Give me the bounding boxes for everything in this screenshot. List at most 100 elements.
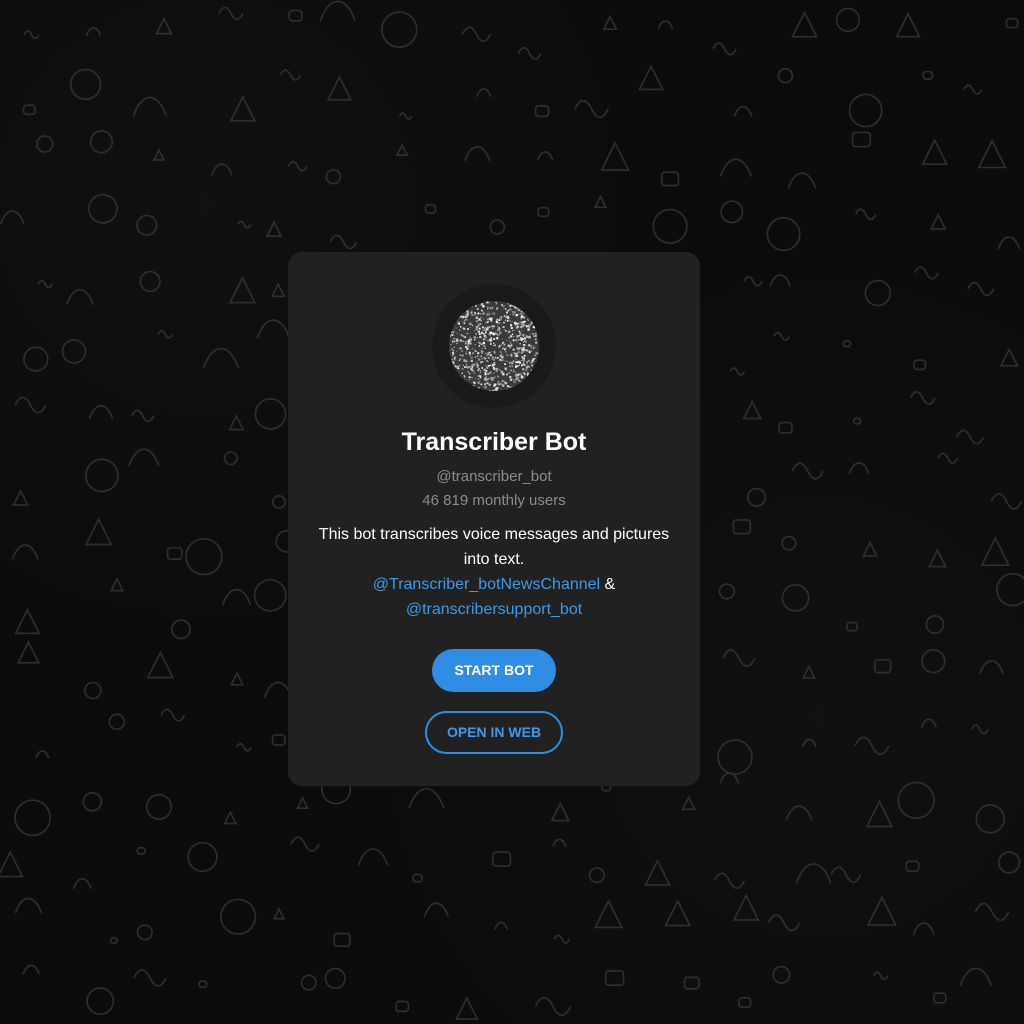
avatar-noise-dot bbox=[482, 329, 485, 332]
avatar-noise-dot bbox=[528, 374, 530, 376]
avatar-noise-dot bbox=[490, 382, 492, 384]
avatar-noise-dot bbox=[495, 370, 498, 373]
avatar-noise-dot bbox=[478, 318, 481, 321]
avatar-noise-dot bbox=[477, 352, 480, 355]
avatar-noise-dot bbox=[504, 380, 506, 382]
avatar-noise-dot bbox=[533, 335, 535, 337]
avatar-noise-dot bbox=[495, 388, 498, 391]
avatar-noise-dot bbox=[484, 327, 486, 329]
avatar-noise-dot bbox=[515, 374, 518, 377]
avatar-noise-dot bbox=[490, 390, 492, 391]
avatar-noise-dot bbox=[472, 352, 474, 355]
avatar-noise-dot bbox=[505, 347, 507, 348]
avatar-noise-dot bbox=[481, 348, 484, 350]
avatar-noise-dot bbox=[456, 333, 458, 334]
doodle-shape bbox=[256, 319, 291, 339]
avatar-noise-dot bbox=[476, 308, 479, 310]
avatar-noise-dot bbox=[487, 306, 489, 308]
avatar-noise-dot bbox=[538, 322, 539, 324]
doodle-shape bbox=[895, 12, 921, 38]
avatar-noise-dot bbox=[536, 308, 538, 310]
avatar-noise-dot bbox=[509, 346, 511, 349]
avatar-noise-dot bbox=[519, 308, 522, 311]
avatar-noise-dot bbox=[509, 320, 511, 322]
avatar-noise-dot bbox=[488, 326, 491, 328]
avatar-noise-dot bbox=[483, 318, 484, 320]
avatar-noise-dot bbox=[507, 310, 509, 312]
avatar-noise-dot bbox=[512, 339, 515, 342]
avatar-noise-dot bbox=[489, 351, 491, 354]
avatar-noise-dot bbox=[494, 376, 496, 379]
avatar-noise-dot bbox=[491, 327, 494, 330]
avatar-noise-dot bbox=[499, 334, 500, 336]
open-in-web-button[interactable]: OPEN IN WEB bbox=[425, 711, 563, 754]
bot-description: This bot transcribes voice messages and … bbox=[304, 522, 684, 622]
avatar-noise-dot bbox=[481, 331, 483, 334]
doodle-shape bbox=[778, 421, 793, 434]
avatar-noise-dot bbox=[528, 304, 530, 306]
avatar-noise-dot bbox=[487, 365, 490, 367]
avatar-noise-dot bbox=[457, 390, 459, 391]
doodle-shape bbox=[108, 713, 126, 731]
avatar-noise-dot bbox=[536, 360, 539, 363]
doodle-shape bbox=[552, 838, 567, 847]
doodle-shape bbox=[864, 279, 892, 307]
avatar-noise-dot bbox=[460, 334, 463, 336]
doodle-shape bbox=[489, 219, 506, 235]
avatar-noise-dot bbox=[512, 330, 514, 332]
avatar-noise-dot bbox=[509, 342, 512, 344]
avatar-noise-dot bbox=[533, 311, 536, 314]
avatar-noise-dot bbox=[524, 349, 526, 351]
avatar-noise-dot bbox=[479, 377, 482, 379]
avatar-noise-dot bbox=[502, 326, 505, 328]
avatar-noise-dot bbox=[459, 358, 462, 361]
avatar-noise-dot bbox=[532, 358, 534, 360]
avatar-noise-dot bbox=[471, 305, 473, 307]
start-bot-button[interactable]: START BOT bbox=[432, 649, 556, 692]
avatar-noise-dot bbox=[502, 342, 504, 344]
avatar-noise-dot bbox=[459, 340, 461, 341]
avatar-noise-dot bbox=[521, 389, 524, 391]
avatar-noise-dot bbox=[451, 348, 453, 350]
avatar-noise-dot bbox=[459, 326, 462, 328]
avatar-noise-dot bbox=[492, 366, 495, 369]
avatar-noise-dot bbox=[508, 336, 510, 338]
avatar-noise-dot bbox=[465, 384, 468, 386]
avatar-noise-dot bbox=[529, 324, 531, 327]
avatar-noise-dot bbox=[463, 359, 466, 362]
avatar-noise-dot bbox=[455, 387, 457, 389]
avatar-noise-dot bbox=[464, 318, 467, 321]
avatar-noise-dot bbox=[498, 327, 500, 329]
avatar-noise-dot bbox=[488, 377, 490, 380]
avatar-noise-dot bbox=[483, 357, 485, 358]
avatar-noise-dot bbox=[536, 325, 539, 327]
avatar-noise-dot bbox=[502, 347, 504, 350]
avatar-noise-dot bbox=[514, 355, 517, 358]
support-bot-link[interactable]: @transcribersupport_bot bbox=[406, 601, 582, 618]
doodle-shape bbox=[534, 105, 550, 118]
doodle-shape bbox=[588, 867, 605, 884]
avatar-noise-dot bbox=[498, 332, 500, 334]
avatar-noise-dot bbox=[525, 366, 528, 369]
avatar-noise-dot bbox=[531, 301, 534, 304]
avatar-noise-dot bbox=[497, 323, 499, 325]
avatar-noise-dot bbox=[479, 335, 482, 339]
avatar-noise-dot bbox=[477, 324, 479, 326]
avatar-noise-dot bbox=[472, 366, 474, 368]
doodle-shape bbox=[717, 739, 753, 775]
avatar-noise-dot bbox=[459, 364, 461, 367]
avatar-noise-dot bbox=[504, 348, 507, 351]
news-channel-link[interactable]: @Transcriber_botNewsChannel bbox=[373, 576, 600, 593]
avatar-noise-dot bbox=[475, 390, 478, 391]
avatar-noise-dot bbox=[515, 309, 517, 311]
avatar-noise-dot bbox=[530, 385, 533, 388]
avatar-noise-dot bbox=[459, 385, 462, 388]
avatar-noise-dot bbox=[478, 387, 480, 389]
doodle-shape bbox=[738, 997, 752, 1008]
avatar-noise-dot bbox=[519, 388, 521, 390]
avatar-noise-dot bbox=[480, 316, 482, 319]
doodle-shape bbox=[395, 1000, 410, 1013]
avatar-noise-dot bbox=[465, 352, 467, 354]
avatar-noise-dot bbox=[475, 389, 478, 391]
avatar-noise-dot bbox=[509, 378, 513, 381]
